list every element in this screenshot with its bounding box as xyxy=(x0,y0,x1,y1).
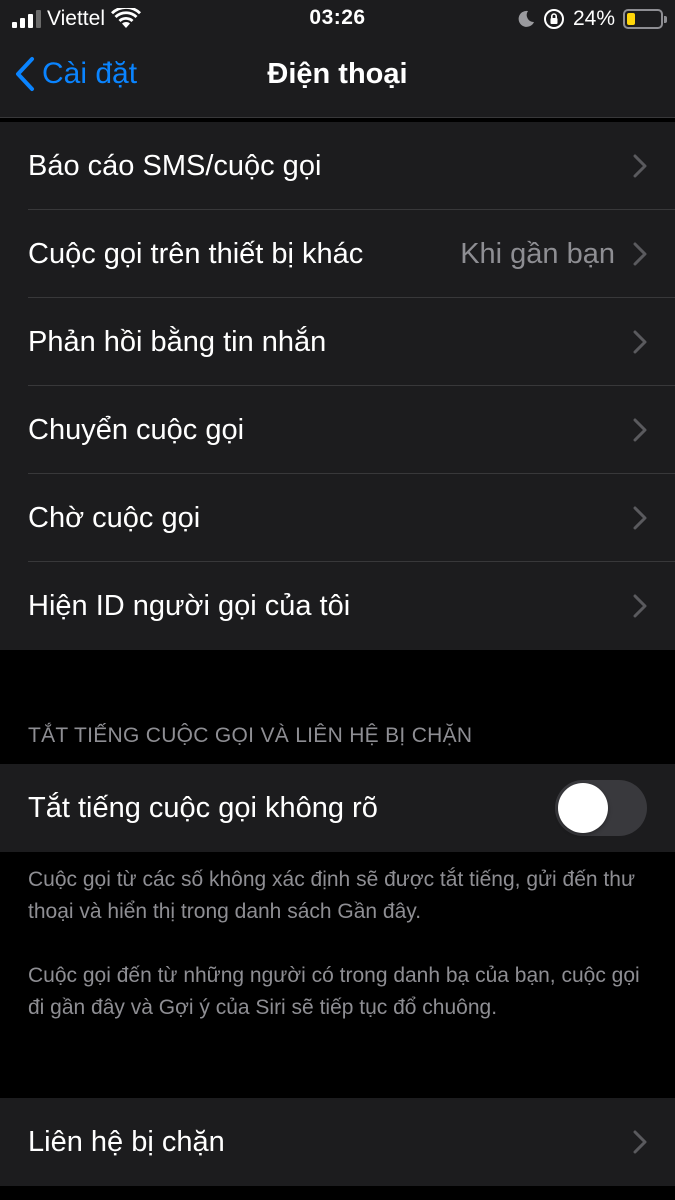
chevron-right-icon xyxy=(633,242,647,266)
row-call-waiting[interactable]: Chờ cuộc gọi xyxy=(0,474,675,562)
row-blocked-contacts[interactable]: Liên hệ bị chặn xyxy=(0,1098,675,1186)
row-call-forwarding[interactable]: Chuyển cuộc gọi xyxy=(0,386,675,474)
row-label: Phản hồi bằng tin nhắn xyxy=(28,325,327,358)
status-right: 24% xyxy=(517,6,667,32)
battery-fill xyxy=(627,13,635,25)
row-sms-call-reporting[interactable]: Báo cáo SMS/cuộc gọi xyxy=(0,122,675,210)
chevron-right-icon xyxy=(633,418,647,442)
row-label: Liên hệ bị chặn xyxy=(28,1125,225,1158)
call-settings-group: Báo cáo SMS/cuộc gọi Cuộc gọi trên thiết… xyxy=(0,122,675,650)
row-label: Cuộc gọi trên thiết bị khác xyxy=(28,237,364,270)
chevron-right-icon xyxy=(633,594,647,618)
footer-note-2: Cuộc gọi đến từ những người có trong dan… xyxy=(28,964,640,1019)
battery-icon xyxy=(623,9,667,29)
toggle-knob xyxy=(558,783,608,833)
row-respond-with-text[interactable]: Phản hồi bằng tin nhắn xyxy=(0,298,675,386)
row-label: Tắt tiếng cuộc gọi không rõ xyxy=(28,791,378,824)
row-label: Báo cáo SMS/cuộc gọi xyxy=(28,149,322,182)
chevron-right-icon xyxy=(633,1130,647,1154)
footer-note-1: Cuộc gọi từ các số không xác định sẽ đượ… xyxy=(28,868,636,923)
row-label: Chờ cuộc gọi xyxy=(28,501,201,534)
row-value: Khi gần bạn xyxy=(460,237,615,270)
row-label: Chuyển cuộc gọi xyxy=(28,413,245,446)
chevron-right-icon xyxy=(633,506,647,530)
battery-percent: 24% xyxy=(572,7,615,30)
rotation-lock-icon xyxy=(543,9,564,29)
silence-unknown-group: Tắt tiếng cuộc gọi không rõ xyxy=(0,764,675,852)
navigation-bar: Cài đặt Điện thoại xyxy=(0,38,675,118)
page-title: Điện thoại xyxy=(267,58,408,90)
silence-unknown-toggle[interactable] xyxy=(555,780,647,836)
blocked-contacts-group: Liên hệ bị chặn xyxy=(0,1098,675,1186)
chevron-right-icon xyxy=(633,154,647,178)
row-show-caller-id[interactable]: Hiện ID người gọi của tôi xyxy=(0,562,675,650)
moon-icon xyxy=(518,10,534,27)
chevron-right-icon xyxy=(633,330,647,354)
section-header: TẮT TIẾNG CUỘC GỌI VÀ LIÊN HỆ BỊ CHẶN xyxy=(28,724,473,747)
status-bar: Viettel 03:26 24% xyxy=(0,0,675,38)
row-label: Hiện ID người gọi của tôi xyxy=(28,589,351,622)
row-calls-on-other-devices[interactable]: Cuộc gọi trên thiết bị khác Khi gần bạn xyxy=(0,210,675,298)
row-silence-unknown-callers: Tắt tiếng cuộc gọi không rõ xyxy=(0,764,675,852)
